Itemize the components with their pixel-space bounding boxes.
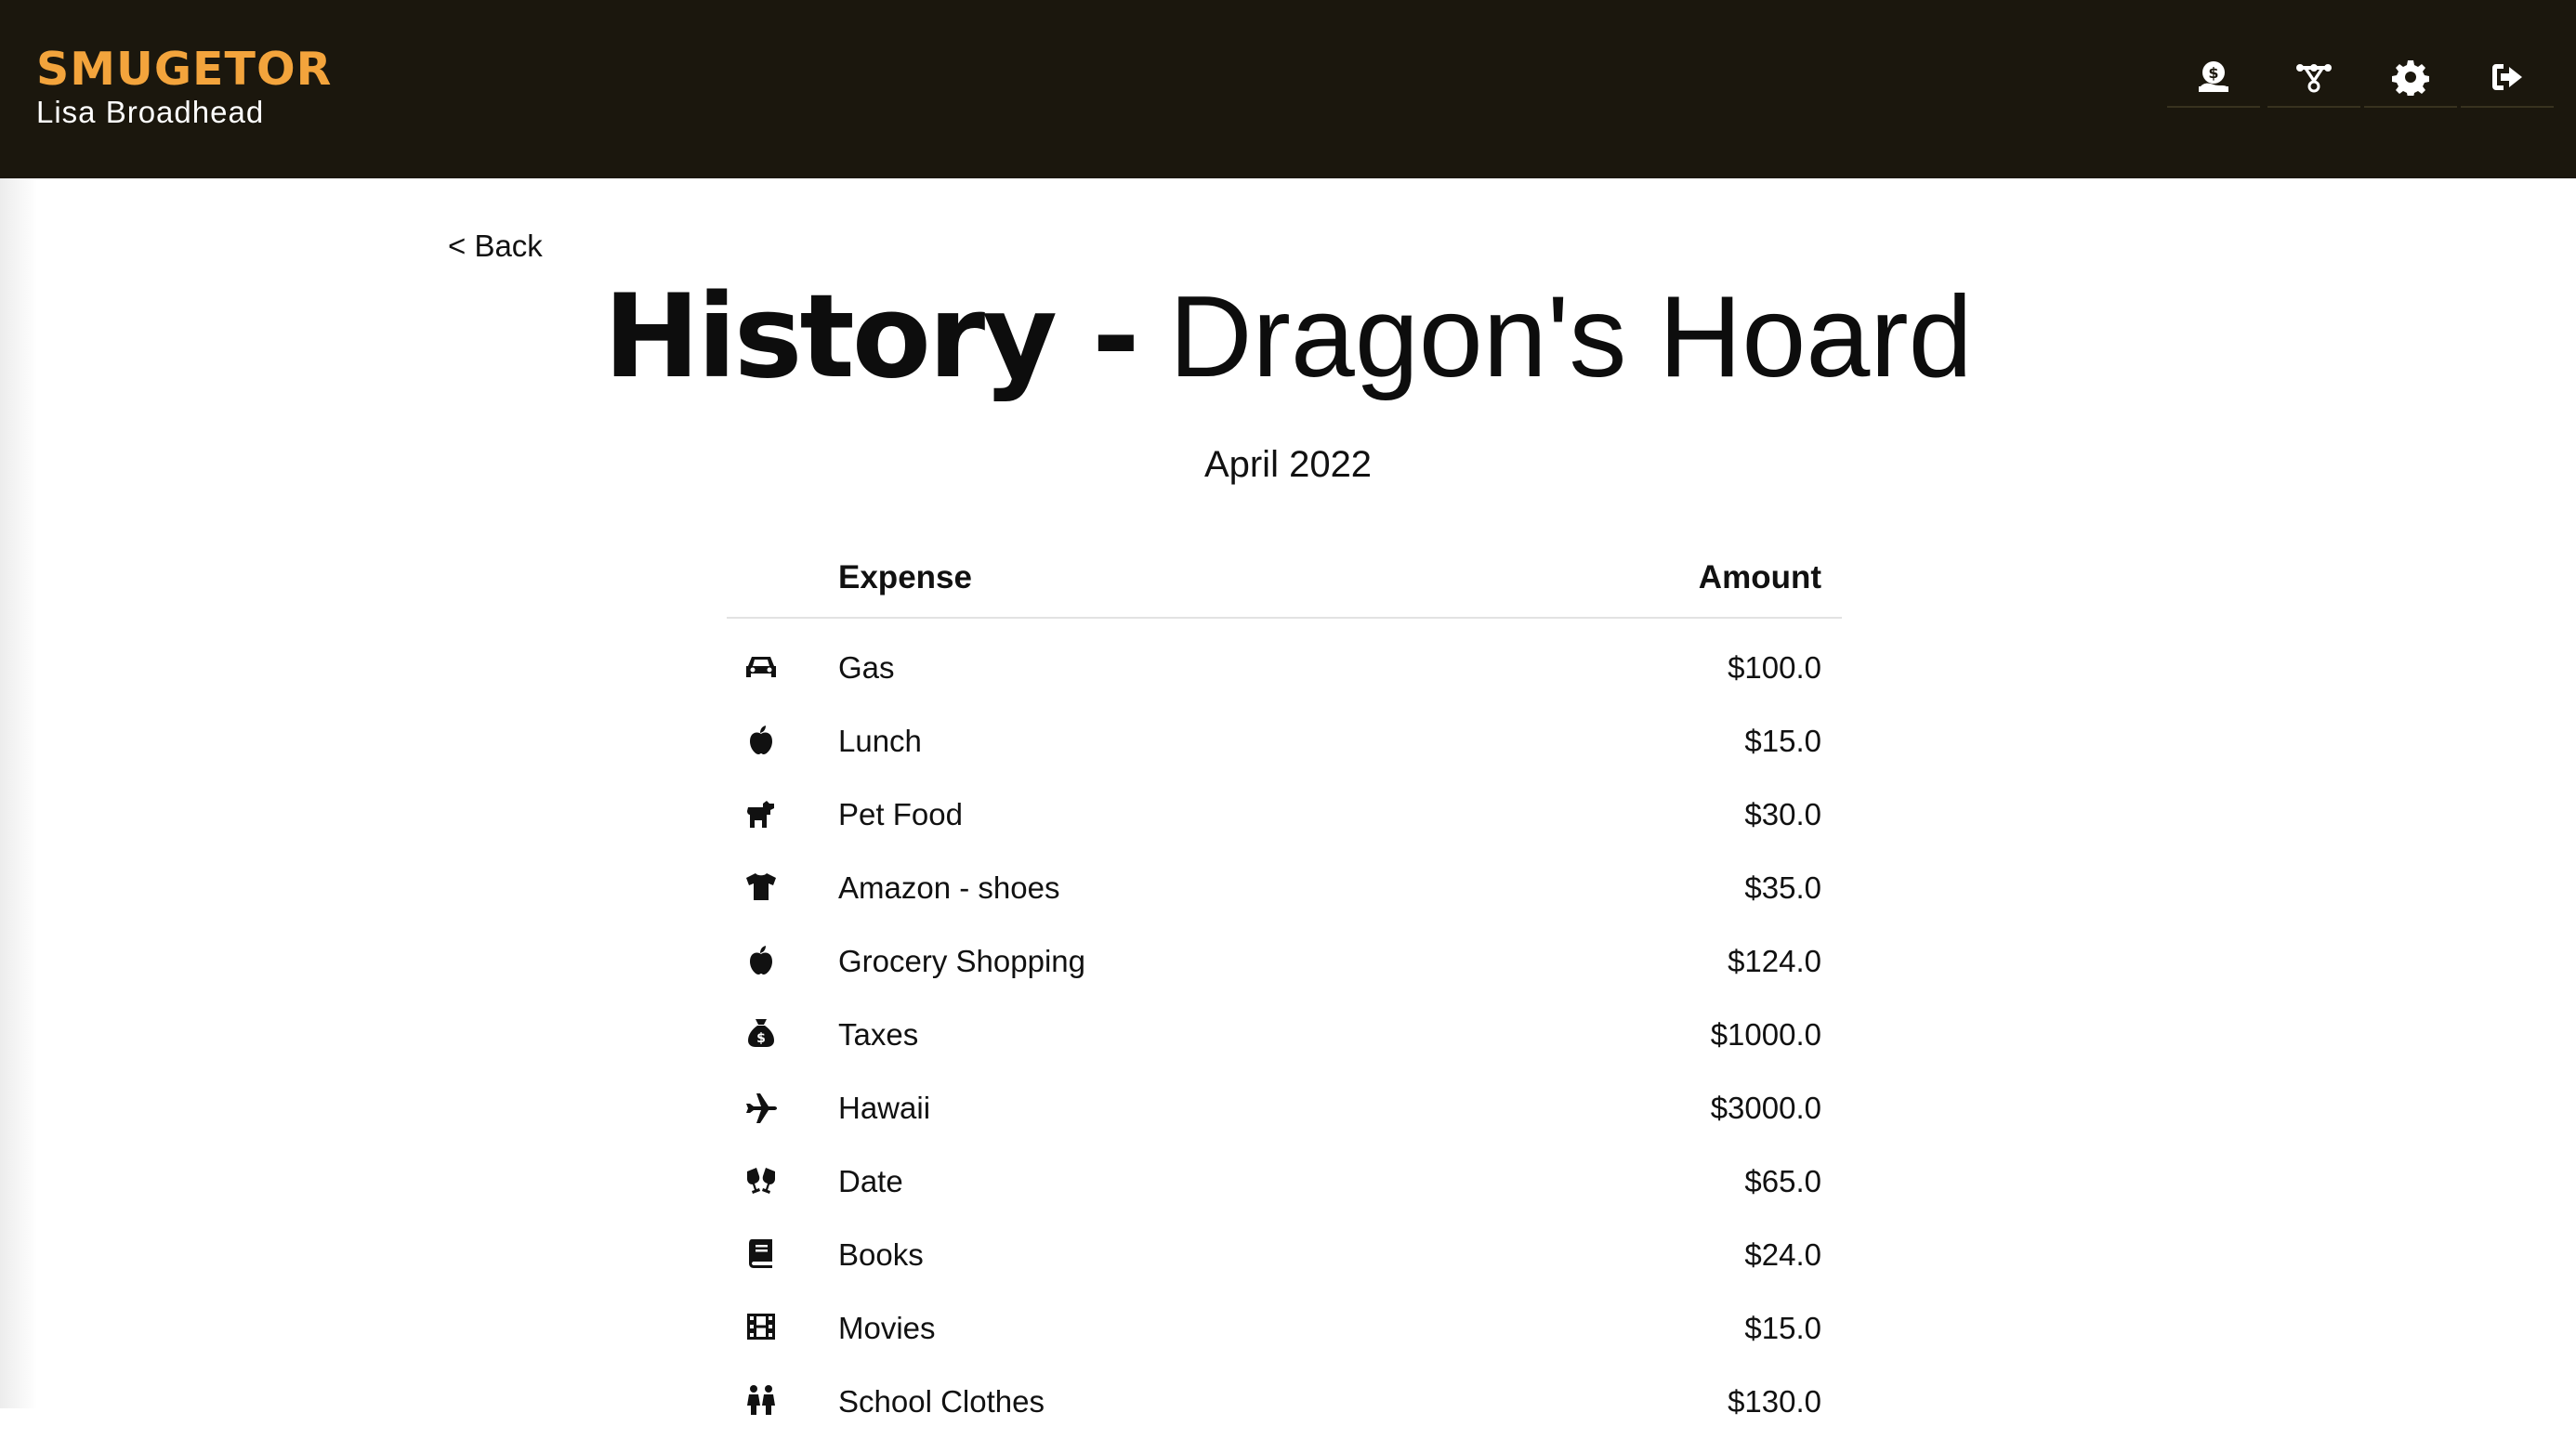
expense-name: Lunch	[838, 724, 922, 758]
car-icon	[743, 648, 779, 684]
expense-name: Amazon - shoes	[838, 870, 1060, 905]
expense-amount: $24.0	[1744, 1237, 1821, 1272]
expense-amount: $1000.0	[1710, 1017, 1821, 1052]
expense-history-table: Expense Amount Gas $100.0 Lunch $15.0 Pe…	[727, 548, 1842, 1439]
expense-amount: $65.0	[1744, 1164, 1821, 1198]
expense-name: Taxes	[838, 1017, 919, 1052]
table-row[interactable]: Lunch $15.0	[727, 705, 1842, 778]
page-title: History - Dragon's Hoard	[0, 268, 2576, 407]
apple-icon	[743, 722, 779, 757]
table-row[interactable]: $ Taxes $1000.0	[727, 999, 1842, 1072]
shirt-icon	[743, 869, 779, 904]
expense-amount: $3000.0	[1710, 1091, 1821, 1125]
expense-name: Pet Food	[838, 797, 963, 831]
table-row[interactable]: Grocery Shopping $124.0	[727, 925, 1842, 999]
top-nav-bar: SMUGETOR Lisa Broadhead $	[0, 0, 2576, 178]
categories-nav-button[interactable]	[2267, 48, 2360, 108]
svg-text:$: $	[2208, 64, 2218, 82]
table-row[interactable]: School Clothes $130.0	[727, 1366, 1842, 1439]
expense-amount: $130.0	[1728, 1384, 1821, 1419]
nav-icon-group: $	[0, 0, 2576, 178]
expense-name: School Clothes	[838, 1384, 1045, 1419]
table-header: Expense Amount	[727, 548, 1842, 619]
glasses-cheers-icon	[743, 1162, 779, 1197]
sitemap-icon	[2296, 64, 2332, 93]
table-body: Gas $100.0 Lunch $15.0 Pet Food $30.0 Am…	[727, 632, 1842, 1439]
back-link[interactable]: < Back	[448, 229, 543, 264]
column-header-expense: Expense	[838, 559, 972, 595]
expense-name: Grocery Shopping	[838, 944, 1085, 978]
expense-name: Movies	[838, 1311, 936, 1345]
expense-name: Date	[838, 1164, 903, 1198]
sign-out-icon	[2492, 64, 2522, 90]
page-title-budget-name: Dragon's Hoard	[1137, 273, 1973, 401]
expense-name: Hawaii	[838, 1091, 931, 1125]
budget-nav-button[interactable]: $	[2167, 48, 2260, 108]
gear-icon	[2392, 60, 2429, 96]
money-bag-icon: $	[743, 1015, 779, 1051]
table-row[interactable]: Gas $100.0	[727, 632, 1842, 705]
money-hand-icon: $	[2199, 61, 2228, 92]
plane-icon	[743, 1089, 779, 1124]
table-row[interactable]: Movies $15.0	[727, 1292, 1842, 1366]
table-row[interactable]: Date $65.0	[727, 1145, 1842, 1219]
table-row[interactable]: Pet Food $30.0	[727, 778, 1842, 852]
expense-amount: $124.0	[1728, 944, 1821, 978]
film-icon	[743, 1309, 779, 1344]
children-icon	[743, 1382, 779, 1418]
expense-amount: $100.0	[1728, 650, 1821, 685]
expense-name: Gas	[838, 650, 895, 685]
table-row[interactable]: Books $24.0	[727, 1219, 1842, 1292]
column-header-amount: Amount	[1698, 559, 1821, 595]
expense-amount: $30.0	[1744, 797, 1821, 831]
settings-nav-button[interactable]	[2364, 48, 2457, 108]
apple-icon	[743, 942, 779, 977]
expense-amount: $15.0	[1744, 724, 1821, 758]
book-icon	[743, 1236, 779, 1271]
expense-amount: $35.0	[1744, 870, 1821, 905]
svg-text:$: $	[756, 1031, 766, 1046]
page-title-history: History -	[603, 270, 1139, 404]
table-row[interactable]: Amazon - shoes $35.0	[727, 852, 1842, 925]
expense-amount: $15.0	[1744, 1311, 1821, 1345]
dog-icon	[743, 795, 779, 831]
table-row[interactable]: Hawaii $3000.0	[727, 1072, 1842, 1145]
expense-name: Books	[838, 1237, 924, 1272]
month-label: April 2022	[1203, 444, 1373, 485]
logout-nav-button[interactable]	[2461, 48, 2554, 108]
